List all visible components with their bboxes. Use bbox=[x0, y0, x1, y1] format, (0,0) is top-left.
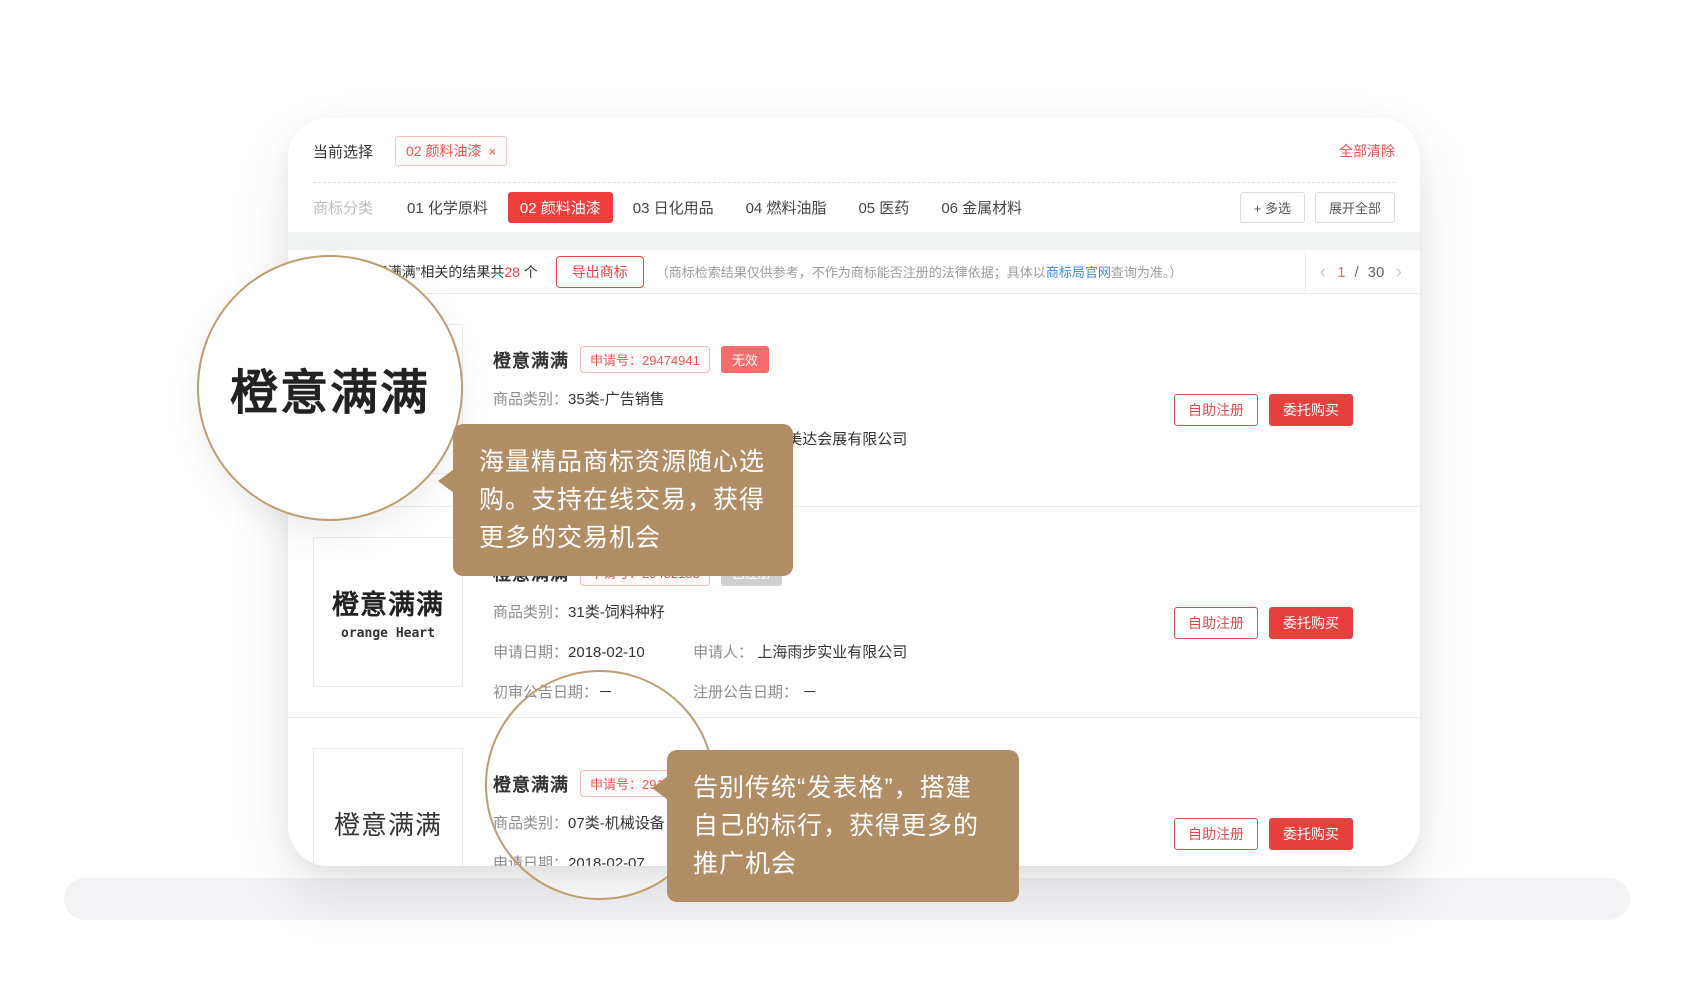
applicant-field: 申请人： 上海雨步实业有限公司 bbox=[693, 640, 907, 666]
self-register-button[interactable]: 自助注册 bbox=[1174, 818, 1258, 850]
reg-notice-field: 注册公告日期： － bbox=[693, 680, 817, 706]
application-number-tag: 申请号：29474941 bbox=[580, 346, 710, 373]
trademark-image-text: 橙意满满 bbox=[332, 583, 444, 622]
current-selection-row: 当前选择 02 颜料油漆 × 全部清除 bbox=[288, 118, 1420, 172]
export-trademarks-button[interactable]: 导出商标 bbox=[556, 256, 644, 288]
current-page: 1 bbox=[1337, 264, 1345, 281]
row-1-actions: 自助注册 委托购买 bbox=[1174, 394, 1353, 426]
applicant-field-label: 申请人： bbox=[693, 644, 753, 661]
header-vertical-divider bbox=[1305, 252, 1306, 292]
expand-all-button[interactable]: 展开全部 bbox=[1315, 192, 1395, 223]
summary-suffix: 个 bbox=[520, 264, 538, 280]
callout-tooltip-1: 海量精品商标资源随心选购。支持在线交易，获得更多的交易机会 bbox=[453, 424, 793, 576]
multi-select-button[interactable]: + 多选 bbox=[1240, 192, 1305, 223]
disclaimer-prefix: （商标检索结果仅供参考，不作为商标能否注册的法律依据；具体以 bbox=[656, 265, 1046, 280]
category-row: 商标分类 01 化学原料 02 颜料油漆 03 日化用品 04 燃料油脂 05 … bbox=[288, 183, 1420, 232]
date-field-label: 申请日期： bbox=[493, 640, 568, 666]
category-chip-05[interactable]: 05 医药 bbox=[846, 192, 921, 223]
category-field-value: 35类-广告销售 bbox=[568, 387, 665, 413]
results-count: 28 bbox=[504, 264, 520, 280]
category-chip-04[interactable]: 04 燃料油脂 bbox=[734, 192, 839, 223]
tooltip-arrow-left-icon bbox=[438, 469, 454, 493]
entrust-purchase-button[interactable]: 委托购买 bbox=[1269, 818, 1353, 850]
tooltip-2-text: 告别传统“发表格”，搭建自己的标行，获得更多的推广机会 bbox=[693, 774, 979, 878]
selected-filter-tag[interactable]: 02 颜料油漆 × bbox=[395, 136, 507, 166]
category-chip-06[interactable]: 06 金属材料 bbox=[929, 192, 1034, 223]
category-field-label: 商品类别： bbox=[493, 600, 568, 626]
trademark-name: 橙意满满 bbox=[493, 347, 569, 373]
date-field-value: 2018-02-10 bbox=[568, 640, 645, 666]
page: 当前选择 02 颜料油漆 × 全部清除 商标分类 01 化学原料 02 颜料油漆… bbox=[0, 0, 1696, 1002]
status-badge-invalid: 无效 bbox=[721, 346, 769, 373]
reg-notice-label: 注册公告日期： bbox=[693, 684, 798, 701]
results-header: 检索到“橙意满满”相关的结果共28 个 导出商标 （商标检索结果仅供参考，不作为… bbox=[288, 250, 1420, 294]
page-separator: / bbox=[1354, 264, 1358, 281]
pagination: ‹ 1 / 30 › bbox=[1317, 250, 1404, 294]
row-1-category-line: 商品类别： 35类-广告销售 bbox=[493, 387, 907, 413]
current-selection-label: 当前选择 bbox=[313, 141, 373, 162]
clear-all-button[interactable]: 全部清除 bbox=[1339, 141, 1395, 161]
filter-section: 当前选择 02 颜料油漆 × 全部清除 商标分类 01 化学原料 02 颜料油漆… bbox=[288, 118, 1420, 232]
reg-notice-value: － bbox=[802, 684, 817, 701]
category-field-value: 31类-饲料种籽 bbox=[568, 600, 665, 626]
disclaimer-suffix: 查询为准。） bbox=[1111, 265, 1183, 280]
tooltip-1-text: 海量精品商标资源随心选购。支持在线交易，获得更多的交易机会 bbox=[479, 448, 765, 552]
total-pages: 30 bbox=[1368, 264, 1385, 281]
row-2-date-line: 申请日期： 2018-02-10 申请人： 上海雨步实业有限公司 bbox=[493, 640, 907, 666]
entrust-purchase-button[interactable]: 委托购买 bbox=[1269, 607, 1353, 639]
row-1-title-line: 橙意满满 申请号：29474941 无效 bbox=[493, 346, 907, 373]
category-chip-03[interactable]: 03 日化用品 bbox=[621, 192, 726, 223]
magnifier-circle-1: 橙意满满 bbox=[197, 255, 463, 521]
trademark-image-subtext: orange Heart bbox=[341, 626, 435, 641]
prev-page-icon[interactable]: ‹ bbox=[1317, 262, 1328, 282]
category-field-label: 商品类别： bbox=[493, 387, 568, 413]
category-tools: + 多选 展开全部 bbox=[1240, 192, 1395, 223]
self-register-button[interactable]: 自助注册 bbox=[1174, 394, 1258, 426]
next-page-icon[interactable]: › bbox=[1393, 262, 1404, 282]
callout-tooltip-2: 告别传统“发表格”，搭建自己的标行，获得更多的推广机会 bbox=[667, 750, 1019, 902]
category-chip-02-active[interactable]: 02 颜料油漆 bbox=[508, 192, 613, 223]
selected-filter-tag-label: 02 颜料油漆 bbox=[406, 141, 481, 161]
applicant-field-value: 上海雨步实业有限公司 bbox=[757, 644, 907, 661]
disclaimer-text: （商标检索结果仅供参考，不作为商标能否注册的法律依据；具体以商标局官网查询为准。… bbox=[656, 262, 1183, 281]
date-field: 申请日期： 2018-02-10 bbox=[493, 640, 693, 666]
magnified-trademark-text: 橙意满满 bbox=[230, 353, 430, 423]
self-register-button[interactable]: 自助注册 bbox=[1174, 607, 1258, 639]
category-chip-01[interactable]: 01 化学原料 bbox=[395, 192, 500, 223]
section-gap-band bbox=[288, 232, 1420, 250]
trademark-image-text: 橙意满满 bbox=[334, 805, 442, 842]
trademark-office-link[interactable]: 商标局官网 bbox=[1046, 265, 1111, 280]
trademark-image-2: 橙意满满 orange Heart bbox=[313, 537, 463, 687]
tooltip-arrow-left-icon bbox=[652, 776, 668, 800]
row-2-actions: 自助注册 委托购买 bbox=[1174, 607, 1353, 639]
entrust-purchase-button[interactable]: 委托购买 bbox=[1269, 394, 1353, 426]
category-label: 商标分类 bbox=[313, 197, 373, 218]
row-3-actions: 自助注册 委托购买 bbox=[1174, 818, 1353, 850]
trademark-image-3: 橙意满满 bbox=[313, 748, 463, 866]
tag-close-icon[interactable]: × bbox=[488, 144, 496, 159]
row-2-category-line: 商品类别： 31类-饲料种籽 bbox=[493, 600, 907, 626]
